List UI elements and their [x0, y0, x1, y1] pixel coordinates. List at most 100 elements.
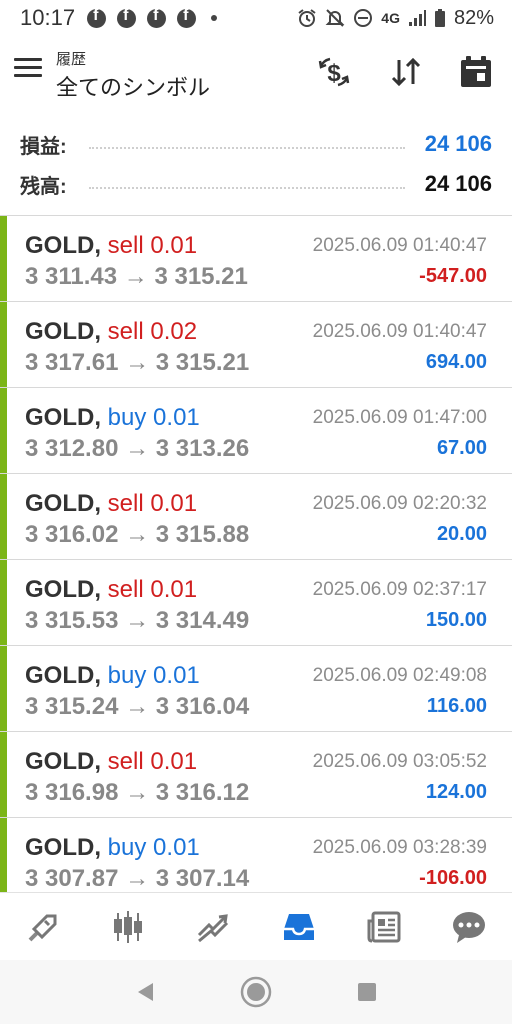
arrow: → [125, 349, 156, 376]
trade-history-list[interactable]: GOLD, sell 0.01 3 311.43 → 3 315.21 2025… [0, 216, 512, 892]
bottom-navigation [0, 892, 512, 960]
sort-icon[interactable] [388, 54, 424, 90]
arrow: → [125, 693, 156, 720]
row-accent-bar [0, 818, 7, 892]
trade-volume: 0.01 [150, 576, 198, 603]
trade-side: buy [107, 404, 147, 431]
open-price: 3 316.98 [25, 779, 119, 806]
trade-prices: 3 307.87 → 3 307.14 [25, 865, 249, 892]
trade-title: GOLD, sell 0.01 [25, 232, 197, 260]
currency-exchange-icon[interactable]: $ [316, 54, 352, 90]
trade-icon[interactable] [189, 903, 237, 951]
trade-title: GOLD, sell 0.02 [25, 318, 197, 346]
trade-datetime: 2025.06.09 01:47:00 [312, 407, 487, 428]
trade-side: sell [107, 490, 144, 517]
trade-profit: -106.00 [419, 867, 487, 889]
trade-volume: 0.02 [150, 318, 198, 345]
trade-prices: 3 315.24 → 3 316.04 [25, 693, 249, 721]
battery-icon [434, 9, 445, 27]
trade-symbol: GOLD, [25, 748, 101, 775]
trade-row[interactable]: GOLD, sell 0.02 3 317.61 → 3 315.21 2025… [0, 302, 512, 388]
trade-profit: 694.00 [425, 351, 487, 373]
open-price: 3 311.43 [25, 263, 118, 290]
trade-datetime: 2025.06.09 01:40:47 [312, 321, 487, 342]
trade-row[interactable]: GOLD, sell 0.01 3 315.53 → 3 314.49 2025… [0, 560, 512, 646]
trade-profit: 116.00 [426, 695, 487, 717]
close-price: 3 315.88 [155, 521, 250, 548]
close-price: 3 315.21 [154, 263, 248, 290]
trade-symbol: GOLD, [25, 318, 101, 345]
battery-percent: 82% [453, 6, 494, 29]
trade-side: sell [107, 748, 144, 775]
chart-icon[interactable] [104, 903, 152, 951]
history-icon[interactable] [275, 903, 323, 951]
dotted-leader [88, 147, 405, 149]
trade-row[interactable]: GOLD, sell 0.01 3 316.02 → 3 315.88 2025… [0, 474, 512, 560]
trade-volume: 0.01 [150, 490, 198, 517]
arrow: → [125, 521, 156, 548]
arrow: → [125, 607, 156, 634]
arrow: → [123, 263, 155, 290]
page-subtitle: 履歴 [56, 51, 87, 68]
quotes-icon[interactable] [19, 903, 67, 951]
trade-row[interactable]: GOLD, buy 0.01 3 315.24 → 3 316.04 2025.… [0, 646, 512, 732]
trade-row[interactable]: GOLD, buy 0.01 3 312.80 → 3 313.26 2025.… [0, 388, 512, 474]
trade-profit: 124.00 [425, 781, 487, 803]
open-price: 3 312.80 [25, 435, 119, 462]
row-accent-bar [0, 388, 7, 473]
balance-value: 24 106 [424, 171, 492, 196]
trade-profit: 67.00 [436, 437, 487, 459]
trade-prices: 3 316.02 → 3 315.88 [25, 521, 249, 549]
system-navigation [0, 960, 512, 1024]
trade-title: GOLD, buy 0.01 [25, 404, 200, 432]
home-icon[interactable] [238, 974, 274, 1010]
status-time: 10:17 [20, 5, 76, 30]
profit-label: 損益: [20, 135, 67, 158]
trade-prices: 3 311.43 → 3 315.21 [25, 263, 248, 291]
row-accent-bar [0, 646, 7, 731]
trade-title: GOLD, sell 0.01 [25, 748, 197, 776]
profit-row: 損益: 24 106 [0, 124, 512, 164]
trade-side: sell [107, 232, 144, 259]
trade-volume: 0.01 [150, 748, 198, 775]
row-accent-bar [0, 560, 7, 645]
recents-icon[interactable] [349, 974, 385, 1010]
trade-title: GOLD, buy 0.01 [25, 662, 200, 690]
trade-prices: 3 317.61 → 3 315.21 [25, 349, 249, 377]
trade-row[interactable]: GOLD, sell 0.01 3 316.98 → 3 316.12 2025… [0, 732, 512, 818]
open-price: 3 307.87 [25, 865, 119, 892]
chat-icon[interactable] [445, 903, 493, 951]
trade-prices: 3 312.80 → 3 313.26 [25, 435, 249, 463]
alarm-icon [298, 9, 316, 27]
menu-button[interactable] [14, 58, 42, 82]
trade-row[interactable]: GOLD, buy 0.01 3 307.87 → 3 307.14 2025.… [0, 818, 512, 892]
trade-symbol: GOLD, [25, 490, 101, 517]
trade-title: GOLD, sell 0.01 [25, 576, 197, 604]
dotted-leader [88, 187, 405, 189]
mute-icon [325, 9, 345, 27]
trade-profit: 20.00 [436, 523, 487, 545]
page-title: 全てのシンボル [56, 75, 211, 100]
trade-volume: 0.01 [150, 232, 198, 259]
trade-datetime: 2025.06.09 03:28:39 [312, 837, 487, 858]
svg-text:$: $ [327, 60, 341, 87]
news-icon[interactable] [360, 903, 408, 951]
trade-datetime: 2025.06.09 01:40:47 [312, 235, 487, 256]
trade-datetime: 2025.06.09 02:49:08 [312, 665, 487, 686]
profit-value: 24 106 [424, 131, 492, 156]
trade-row[interactable]: GOLD, sell 0.01 3 311.43 → 3 315.21 2025… [0, 216, 512, 302]
trade-side: sell [107, 318, 144, 345]
row-accent-bar [0, 474, 7, 559]
facebook-notification-icon [177, 7, 197, 28]
calendar-icon[interactable] [458, 54, 494, 90]
trade-datetime: 2025.06.09 02:20:32 [312, 493, 487, 514]
trade-volume: 0.01 [153, 662, 200, 689]
trade-datetime: 2025.06.09 02:37:17 [312, 579, 487, 600]
trade-side: buy [107, 834, 147, 861]
trade-title: GOLD, buy 0.01 [25, 834, 200, 862]
close-price: 3 316.12 [155, 779, 250, 806]
trade-profit: 150.00 [425, 609, 487, 631]
arrow: → [125, 865, 156, 892]
back-icon[interactable] [127, 974, 163, 1010]
balance-label: 残高: [20, 175, 67, 198]
